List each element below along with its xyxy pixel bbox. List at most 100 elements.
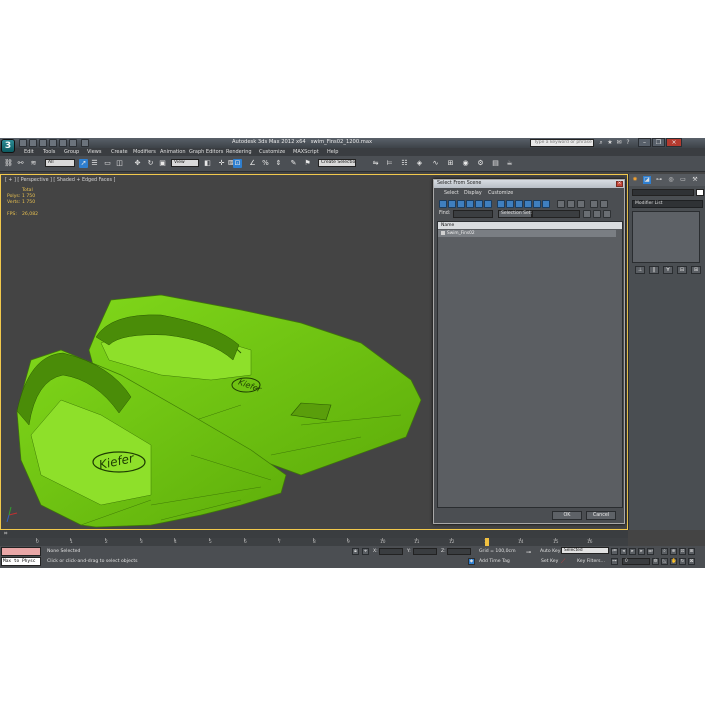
field-of-view-icon[interactable]: ◺ <box>661 558 668 565</box>
maxscript-listener-output[interactable]: Max to Physc <box>1 557 41 566</box>
mini-curve-editor-icon[interactable]: ⌗ <box>4 530 7 538</box>
menu-modifiers[interactable]: Modifiers <box>133 149 156 155</box>
absolute-mode-icon[interactable]: ⌖ <box>362 548 369 555</box>
display-tab-icon[interactable]: ▭ <box>679 176 687 184</box>
communication-center-icon[interactable]: ✉ <box>615 139 623 147</box>
sync-selection-icon[interactable] <box>600 200 608 208</box>
set-key-icon[interactable]: ⟋ <box>561 558 565 566</box>
display-none-icon[interactable] <box>567 200 575 208</box>
previous-frame-icon[interactable]: ◂ <box>620 548 627 555</box>
select-invert-icon[interactable] <box>603 210 611 218</box>
subscription-icon[interactable]: ★ <box>606 139 614 147</box>
display-helpers-icon[interactable] <box>475 200 483 208</box>
display-xrefs-icon[interactable] <box>506 200 514 208</box>
remove-modifier-icon[interactable]: ⊟ <box>677 266 687 274</box>
scene-object-list[interactable]: Name Swim_Fins02 <box>437 221 623 508</box>
time-tag-icon[interactable]: ◆ <box>468 558 475 565</box>
dialog-title[interactable]: Select From Scene <box>434 180 624 188</box>
time-slider-handle[interactable] <box>485 538 489 546</box>
go-to-end-icon[interactable]: ⏭ <box>647 548 654 555</box>
column-header-name[interactable]: Name <box>438 222 622 229</box>
layer-manager-icon[interactable]: ☷ <box>400 159 409 168</box>
modify-tab-icon[interactable]: ◪ <box>643 176 651 184</box>
menu-graph-editors[interactable]: Graph Editors <box>189 149 223 155</box>
render-production-icon[interactable]: ☕ <box>505 159 514 168</box>
bind-to-space-warp-icon[interactable]: ≋ <box>29 159 38 168</box>
next-frame-icon[interactable]: ▸ <box>638 548 645 555</box>
maximize-viewport-icon[interactable]: ⊠ <box>688 558 695 565</box>
selection-filter-dropdown[interactable]: All <box>45 159 75 167</box>
pan-view-icon[interactable]: ✋ <box>670 558 677 565</box>
zoom-icon[interactable]: ⌕ <box>661 548 668 555</box>
menu-create[interactable]: Create <box>111 149 128 155</box>
select-all-icon[interactable] <box>583 210 591 218</box>
modifier-list-dropdown[interactable]: Modifier List <box>632 200 703 208</box>
menu-tools[interactable]: Tools <box>43 149 55 155</box>
object-color-swatch[interactable] <box>696 189 704 196</box>
orbit-icon[interactable]: ↻ <box>679 558 686 565</box>
selection-set-dropdown[interactable] <box>532 210 580 218</box>
display-lights-icon[interactable] <box>457 200 465 208</box>
display-space-warps-icon[interactable] <box>484 200 492 208</box>
new-file-icon[interactable] <box>19 139 27 147</box>
ok-button[interactable]: OK <box>552 511 582 520</box>
list-item[interactable]: Swim_Fins02 <box>438 230 616 237</box>
select-none-icon[interactable] <box>593 210 601 218</box>
percent-snap-icon[interactable]: % <box>261 159 270 168</box>
menu-views[interactable]: Views <box>87 149 101 155</box>
align-icon[interactable]: ⊨ <box>385 159 394 168</box>
display-frozen-icon[interactable] <box>533 200 541 208</box>
snaps-toggle-icon[interactable]: ⊡ <box>233 159 242 168</box>
edit-named-selection-icon[interactable]: ✎ <box>289 159 298 168</box>
menu-animation[interactable]: Animation <box>160 149 186 155</box>
spinner-snap-icon[interactable]: ⇕ <box>274 159 283 168</box>
close-button[interactable]: × <box>666 138 682 147</box>
current-frame-field[interactable]: 0 <box>622 558 650 565</box>
display-geometry-icon[interactable] <box>439 200 447 208</box>
named-selection-set-icon[interactable]: ⚑ <box>303 159 312 168</box>
display-all-icon[interactable] <box>557 200 565 208</box>
select-and-link-icon[interactable]: ⛓ <box>4 159 13 168</box>
select-and-rotate-icon[interactable]: ↻ <box>146 159 155 168</box>
select-object-icon[interactable]: ➚ <box>79 159 88 168</box>
named-selection-dropdown[interactable]: Create Selection Se <box>318 159 356 167</box>
motion-tab-icon[interactable]: ◎ <box>667 176 675 184</box>
schematic-view-icon[interactable]: ⊞ <box>446 159 455 168</box>
show-end-result-icon[interactable]: ‖ <box>649 266 659 274</box>
key-mode-icon[interactable]: ⊸ <box>526 549 531 556</box>
zoom-extents-icon[interactable]: ⊡ <box>679 548 686 555</box>
search-input[interactable]: Type a keyword or phrase <box>530 139 594 147</box>
select-and-move-icon[interactable]: ✥ <box>133 159 142 168</box>
track-bar[interactable]: 0 1 2 3 4 5 6 7 8 9 10 11 12 13 14 15 16 <box>0 538 628 546</box>
zoom-all-icon[interactable]: ⊕ <box>670 548 677 555</box>
dialog-menu-select[interactable]: Select <box>444 191 459 196</box>
display-groups-icon[interactable] <box>497 200 505 208</box>
add-time-tag[interactable]: Add Time Tag <box>479 559 510 564</box>
maxscript-listener-input[interactable] <box>1 547 41 556</box>
menu-customize[interactable]: Customize <box>259 149 285 155</box>
curve-editor-icon[interactable]: ∿ <box>431 159 440 168</box>
display-hidden-icon[interactable] <box>542 200 550 208</box>
filter-icon[interactable] <box>590 200 598 208</box>
rectangular-selection-icon[interactable]: ▭ <box>103 159 112 168</box>
window-crossing-icon[interactable]: ◫ <box>115 159 124 168</box>
redo-icon[interactable] <box>59 139 67 147</box>
display-bones-icon[interactable] <box>515 200 523 208</box>
lock-selection-icon[interactable]: 🔒︎ <box>352 548 359 555</box>
hierarchy-tab-icon[interactable]: ⊶ <box>655 176 663 184</box>
create-tab-icon[interactable]: ✸ <box>631 176 639 184</box>
display-containers-icon[interactable] <box>524 200 532 208</box>
menu-help[interactable]: Help <box>327 149 338 155</box>
play-icon[interactable]: ▸ <box>629 548 636 555</box>
display-shapes-icon[interactable] <box>448 200 456 208</box>
key-mode-dropdown[interactable]: Selected <box>561 547 609 554</box>
make-unique-icon[interactable]: ∀ <box>663 266 673 274</box>
menu-edit[interactable]: Edit <box>24 149 34 155</box>
utilities-tab-icon[interactable]: ⚒ <box>691 176 699 184</box>
undo-icon[interactable] <box>49 139 57 147</box>
pin-stack-icon[interactable]: ⊥ <box>635 266 645 274</box>
dialog-menu-display[interactable]: Display <box>464 191 482 196</box>
zoom-extents-all-icon[interactable]: ⊞ <box>688 548 695 555</box>
pivot-center-icon[interactable]: ◧ <box>203 159 212 168</box>
render-setup-icon[interactable]: ⚙ <box>476 159 485 168</box>
